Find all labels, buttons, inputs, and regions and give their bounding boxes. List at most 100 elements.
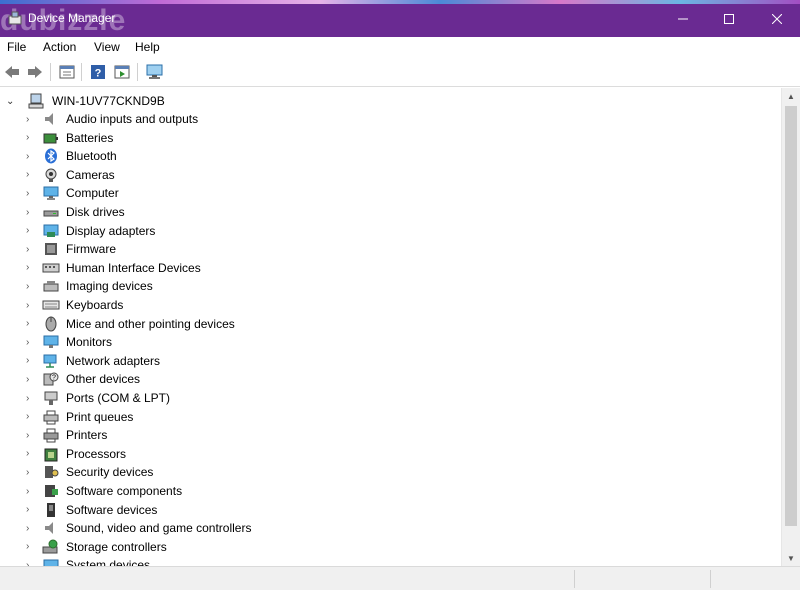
chevron-right-icon[interactable]: › — [26, 225, 38, 236]
svg-text:?: ? — [52, 375, 56, 382]
tree-item-label: Storage controllers — [66, 539, 167, 554]
chevron-right-icon[interactable]: › — [26, 393, 38, 404]
minimize-button[interactable] — [660, 4, 706, 34]
tree-item-label: Computer — [66, 186, 119, 201]
tree-item-label: Software devices — [66, 502, 158, 517]
printer-icon — [43, 428, 59, 443]
chevron-right-icon[interactable]: › — [26, 504, 38, 515]
software-device-icon — [47, 502, 55, 517]
chevron-right-icon[interactable]: › — [26, 262, 38, 273]
forward-button[interactable] — [26, 63, 44, 80]
tree-item[interactable]: › Software devices — [26, 501, 157, 519]
chevron-right-icon[interactable]: › — [26, 541, 38, 552]
tree-item[interactable]: › Imaging devices — [26, 277, 153, 295]
tree-item[interactable]: › Security devices — [26, 463, 153, 481]
tree-item-label: Ports (COM & LPT) — [66, 391, 171, 405]
vertical-scrollbar[interactable]: ▲ ▼ — [781, 88, 800, 566]
tree-item[interactable]: › Processors — [26, 445, 126, 463]
imaging-icon — [43, 281, 59, 292]
chevron-right-icon[interactable]: › — [26, 151, 38, 162]
scroll-thumb[interactable] — [785, 106, 797, 526]
tree-item-label: Imaging devices — [66, 279, 153, 294]
tree-item[interactable]: › Keyboards — [26, 296, 123, 314]
chevron-right-icon[interactable]: › — [26, 486, 38, 497]
help-button[interactable]: ? — [89, 63, 107, 80]
tree-item[interactable]: › Mice and other pointing devices — [26, 315, 235, 333]
chevron-right-icon[interactable]: › — [26, 337, 38, 348]
chevron-right-icon[interactable]: › — [26, 411, 38, 422]
title-bar: dubizzle Device Manager — [0, 0, 800, 37]
menu-view[interactable]: View — [94, 40, 120, 54]
help-icon: ? — [91, 64, 105, 79]
tree-item[interactable]: › Human Interface Devices — [26, 259, 201, 277]
tree-item[interactable]: › Printers — [26, 426, 107, 444]
tree-item[interactable]: › Ports (COM & LPT) — [26, 389, 170, 407]
update-driver-button[interactable] — [113, 63, 131, 80]
chevron-right-icon[interactable]: › — [26, 169, 38, 180]
storage-icon — [42, 539, 58, 554]
tree-root[interactable]: ⌄ WIN-1UV77CKND9B — [6, 92, 165, 110]
chevron-right-icon[interactable]: › — [26, 188, 38, 199]
bluetooth-icon — [45, 148, 57, 164]
toolbar-separator — [81, 63, 82, 81]
tree-item[interactable]: › Computer — [26, 184, 119, 202]
close-icon — [772, 14, 782, 24]
tree-item-label: Security devices — [66, 465, 154, 480]
chevron-right-icon[interactable]: › — [26, 114, 38, 125]
chevron-right-icon[interactable]: › — [26, 132, 38, 143]
chevron-right-icon[interactable]: › — [26, 300, 38, 311]
sound-icon — [45, 522, 53, 535]
back-button[interactable] — [3, 63, 21, 80]
scroll-down-button[interactable]: ▼ — [782, 550, 800, 566]
tree-item-label: Cameras — [66, 167, 115, 182]
scroll-up-button[interactable]: ▲ — [782, 88, 800, 104]
tree-item[interactable]: › Audio inputs and outputs — [26, 110, 198, 128]
tree-item[interactable]: › Print queues — [26, 408, 133, 426]
tree-item[interactable]: › System devices — [26, 556, 150, 566]
chevron-right-icon[interactable]: › — [26, 448, 38, 459]
firmware-icon — [45, 243, 57, 256]
chevron-right-icon[interactable]: › — [26, 207, 38, 218]
tree-item[interactable]: › Network adapters — [26, 352, 160, 370]
toolbar-separator — [137, 63, 138, 81]
chevron-right-icon[interactable]: › — [26, 281, 38, 292]
menu-help[interactable]: Help — [135, 40, 160, 54]
tree-item[interactable]: › Firmware — [26, 240, 116, 258]
tree-item[interactable]: › Storage controllers — [26, 538, 167, 556]
chevron-right-icon[interactable]: › — [26, 523, 38, 534]
close-button[interactable] — [754, 4, 800, 34]
chevron-right-icon[interactable]: › — [26, 244, 38, 255]
tree-item-label: Bluetooth — [66, 149, 117, 164]
maximize-icon — [724, 14, 734, 24]
status-bar — [0, 566, 800, 590]
hid-icon — [42, 263, 60, 273]
menu-action[interactable]: Action — [43, 40, 76, 54]
tree-item-label: Keyboards — [66, 298, 124, 312]
software-component-icon — [45, 485, 58, 497]
chevron-right-icon[interactable]: › — [26, 374, 38, 385]
tree-item[interactable]: › Bluetooth — [26, 147, 117, 165]
tree-item[interactable]: › Display adapters — [26, 222, 155, 240]
tree-item[interactable]: ›? Other devices — [26, 370, 140, 388]
tree-item[interactable]: › Sound, video and game controllers — [26, 519, 251, 537]
scan-hardware-icon — [146, 64, 163, 79]
menu-file[interactable]: File — [7, 40, 26, 54]
maximize-button[interactable] — [706, 4, 752, 34]
scan-hardware-button[interactable] — [146, 63, 164, 80]
tree-item-label: Software components — [66, 484, 183, 498]
chevron-right-icon[interactable]: › — [26, 355, 38, 366]
processor-icon — [44, 448, 58, 462]
chevron-right-icon[interactable]: › — [26, 467, 38, 478]
tree-item[interactable]: › Batteries — [26, 129, 113, 147]
chevron-down-icon[interactable]: ⌄ — [6, 96, 20, 107]
tree-item[interactable]: › Disk drives — [26, 203, 125, 221]
tree-item-label: Printers — [66, 428, 108, 443]
chevron-right-icon[interactable]: › — [26, 318, 38, 329]
tree-item[interactable]: › Software components — [26, 482, 182, 500]
tree-item[interactable]: › Cameras — [26, 166, 115, 184]
chevron-up-icon: ▲ — [787, 91, 795, 101]
tree-item[interactable]: › Monitors — [26, 333, 112, 351]
chevron-right-icon[interactable]: › — [26, 430, 38, 441]
keyboard-icon — [42, 300, 60, 310]
properties-button[interactable] — [58, 63, 76, 80]
